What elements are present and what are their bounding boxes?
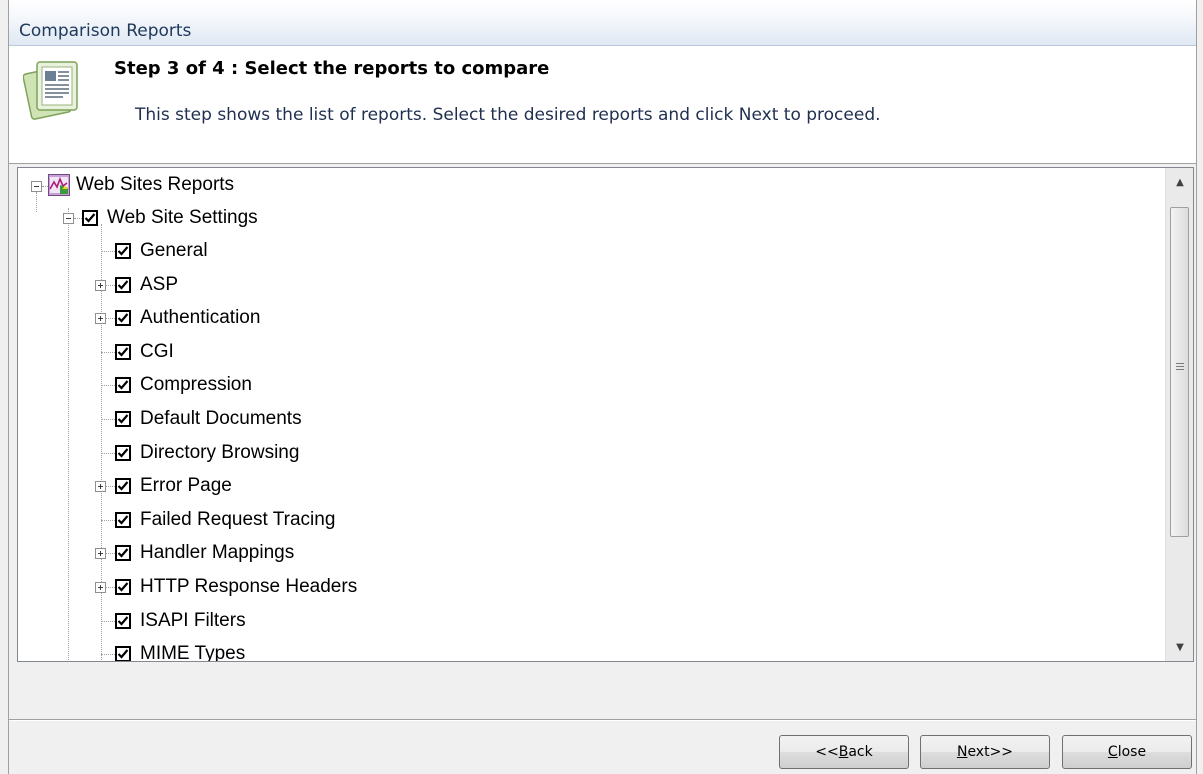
collapse-web-site-settings-toggle[interactable] [63,213,74,224]
general-checkbox[interactable] [115,243,131,259]
http-response-headers-checkbox[interactable] [115,579,131,595]
close-button-label: lose [1117,744,1147,760]
window-border-right [1196,0,1203,774]
report-document-icon [22,56,87,122]
authentication-checkbox[interactable] [115,310,131,326]
back-button-mnemonic: B [838,744,849,760]
tree-item-asp[interactable]: ASP [140,269,178,301]
tree-item-http-response-headers[interactable]: HTTP Response Headers [140,571,357,603]
back-button[interactable]: << Back [779,735,909,769]
status-area [9,662,1196,719]
scroll-down-arrow-icon[interactable]: ▼ [1166,633,1193,661]
compression-checkbox[interactable] [115,377,131,393]
step-title: Step 3 of 4 : Select the reports to comp… [114,58,550,79]
expand-error-page-toggle[interactable] [95,481,106,492]
tree-item-default-documents[interactable]: Default Documents [140,403,302,435]
error-page-checkbox[interactable] [115,478,131,494]
tree-item-authentication[interactable]: Authentication [140,302,260,334]
expand-handler-mappings-toggle[interactable] [95,548,106,559]
handler-mappings-checkbox[interactable] [115,545,131,561]
tree-item-general[interactable]: General [140,235,208,267]
mime-types-checkbox[interactable] [115,646,131,661]
back-button-prefix: << [815,744,839,760]
next-button[interactable]: Next>> [920,735,1050,769]
close-button[interactable]: Close [1062,735,1192,769]
expand-http-response-headers-toggle[interactable] [95,582,106,593]
tree-item-error-page[interactable]: Error Page [140,470,232,502]
expand-asp-toggle[interactable] [95,280,106,291]
isapi-filters-checkbox[interactable] [115,613,131,629]
step-description: This step shows the list of reports. Sel… [135,105,881,125]
tree-item-mime-types[interactable]: MIME Types [140,638,245,661]
collapse-root-toggle[interactable] [31,181,42,192]
tree-group-label[interactable]: Web Site Settings [107,202,258,234]
window-title: Comparison Reports [19,21,192,41]
tree-item-isapi-filters[interactable]: ISAPI Filters [140,605,246,637]
title-bar: Comparison Reports [9,0,1196,46]
wizard-header: Step 3 of 4 : Select the reports to comp… [9,46,1196,164]
window-border-left [0,0,9,774]
next-button-mnemonic: N [956,744,968,760]
next-button-label: ext>> [967,744,1014,760]
asp-checkbox[interactable] [115,277,131,293]
tree-item-compression[interactable]: Compression [140,369,252,401]
default-documents-checkbox[interactable] [115,411,131,427]
web-sites-report-icon [48,174,70,196]
cgi-checkbox[interactable] [115,344,131,360]
scrollbar-grip-icon [1176,363,1184,372]
button-separator [9,719,1196,721]
tree-root-label[interactable]: Web Sites Reports [76,169,234,201]
expand-authentication-toggle[interactable] [95,313,106,324]
scroll-up-arrow-icon[interactable]: ▲ [1166,168,1193,196]
tree-item-cgi[interactable]: CGI [140,336,174,368]
report-tree-viewport: Web Sites Reports Web Site Settings Gene… [18,168,1165,661]
failed-request-tracing-checkbox[interactable] [115,512,131,528]
tree-vertical-scrollbar[interactable]: ▲ ▼ [1165,168,1193,661]
directory-browsing-checkbox[interactable] [115,445,131,461]
close-button-mnemonic: C [1107,744,1118,760]
report-tree[interactable]: Web Sites Reports Web Site Settings Gene… [17,167,1194,662]
tree-item-directory-browsing[interactable]: Directory Browsing [140,437,299,469]
tree-item-handler-mappings[interactable]: Handler Mappings [140,537,294,569]
back-button-label: ack [848,744,873,760]
tree-item-failed-request-tracing[interactable]: Failed Request Tracing [140,504,335,536]
scrollbar-thumb[interactable] [1170,207,1189,537]
web-site-settings-checkbox[interactable] [82,210,98,226]
